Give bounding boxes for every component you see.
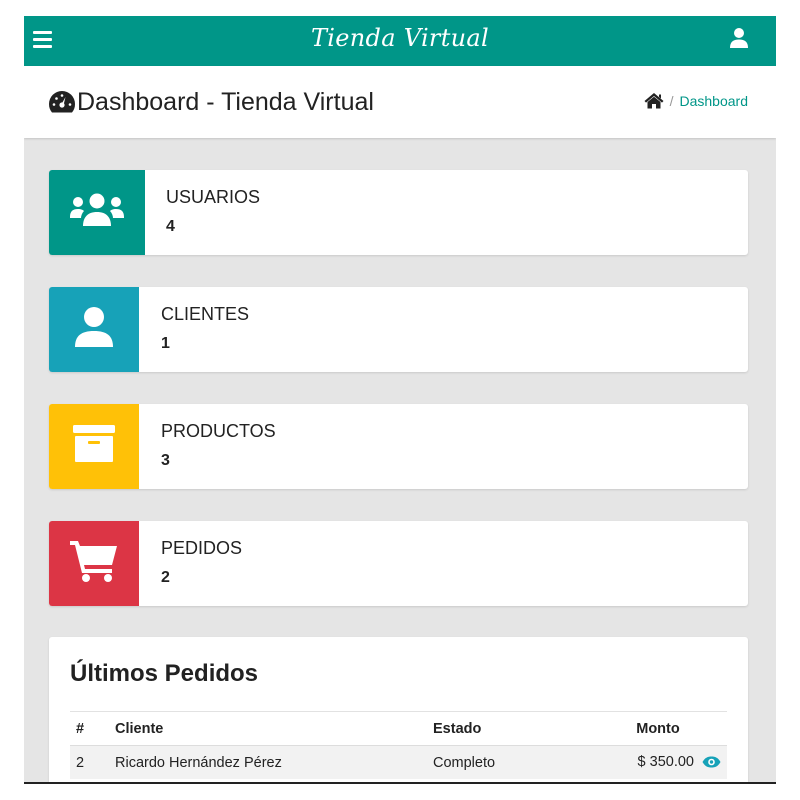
user-icon[interactable] bbox=[728, 27, 752, 51]
stat-value: 1 bbox=[161, 335, 170, 352]
user-icon bbox=[74, 305, 114, 354]
tachometer-icon bbox=[48, 90, 76, 121]
column-header-number: # bbox=[70, 711, 109, 746]
stat-card-productos[interactable]: PRODUCTOS 3 bbox=[49, 404, 748, 489]
latest-orders-title: Últimos Pedidos bbox=[70, 660, 259, 687]
archive-icon bbox=[72, 424, 116, 469]
home-icon[interactable] bbox=[644, 92, 664, 112]
order-monto: $ 350.00 bbox=[637, 753, 694, 770]
order-monto-cell: $ 350.00 bbox=[589, 745, 727, 779]
page-header: Dashboard - Tienda Virtual / Dashboard bbox=[24, 66, 776, 138]
stat-label: PRODUCTOS bbox=[161, 421, 276, 441]
column-header-cliente: Cliente bbox=[109, 711, 427, 746]
eye-icon[interactable] bbox=[702, 756, 721, 772]
column-header-estado: Estado bbox=[427, 711, 589, 746]
stat-value: 3 bbox=[161, 452, 170, 469]
stat-card-usuarios[interactable]: USUARIOS 4 bbox=[49, 170, 748, 255]
stat-icon-box bbox=[49, 404, 139, 489]
table-header-row: # Cliente Estado Monto bbox=[70, 711, 727, 746]
stat-card-pedidos[interactable]: PEDIDOS 2 bbox=[49, 521, 748, 606]
stat-card-clientes[interactable]: CLIENTES 1 bbox=[49, 287, 748, 372]
bottom-divider bbox=[24, 782, 776, 784]
breadcrumb-separator: / bbox=[669, 93, 674, 109]
orders-table: # Cliente Estado Monto 2 Ricardo Hernánd… bbox=[70, 711, 727, 779]
app-brand[interactable]: Tienda Virtual bbox=[24, 24, 776, 52]
latest-orders-panel: Últimos Pedidos # Cliente Estado Monto 2… bbox=[49, 637, 748, 784]
app: Tienda Virtual Dashboard - Tienda Virtua… bbox=[24, 16, 776, 784]
stat-label: USUARIOS bbox=[166, 187, 261, 207]
page-title-text: Dashboard - Tienda Virtual bbox=[77, 88, 374, 116]
stat-label: CLIENTES bbox=[161, 304, 250, 324]
shopping-cart-icon bbox=[69, 539, 119, 588]
order-number: 2 bbox=[70, 745, 109, 779]
top-navbar: Tienda Virtual bbox=[24, 16, 776, 66]
stat-label: PEDIDOS bbox=[161, 538, 243, 558]
stat-value: 4 bbox=[166, 218, 175, 235]
breadcrumb-dashboard[interactable]: Dashboard bbox=[680, 93, 749, 109]
order-estado: Completo bbox=[427, 745, 589, 779]
table-row[interactable]: 2 Ricardo Hernández Pérez Completo $ 350… bbox=[70, 745, 727, 779]
users-icon bbox=[69, 190, 125, 235]
breadcrumb: / Dashboard bbox=[644, 92, 748, 112]
stat-icon-box bbox=[49, 521, 139, 606]
stat-icon-box bbox=[49, 287, 139, 372]
order-cliente: Ricardo Hernández Pérez bbox=[109, 745, 427, 779]
stat-icon-box bbox=[49, 170, 145, 255]
column-header-monto: Monto bbox=[589, 711, 727, 746]
stat-value: 2 bbox=[161, 569, 170, 586]
page-title: Dashboard - Tienda Virtual bbox=[48, 88, 374, 121]
